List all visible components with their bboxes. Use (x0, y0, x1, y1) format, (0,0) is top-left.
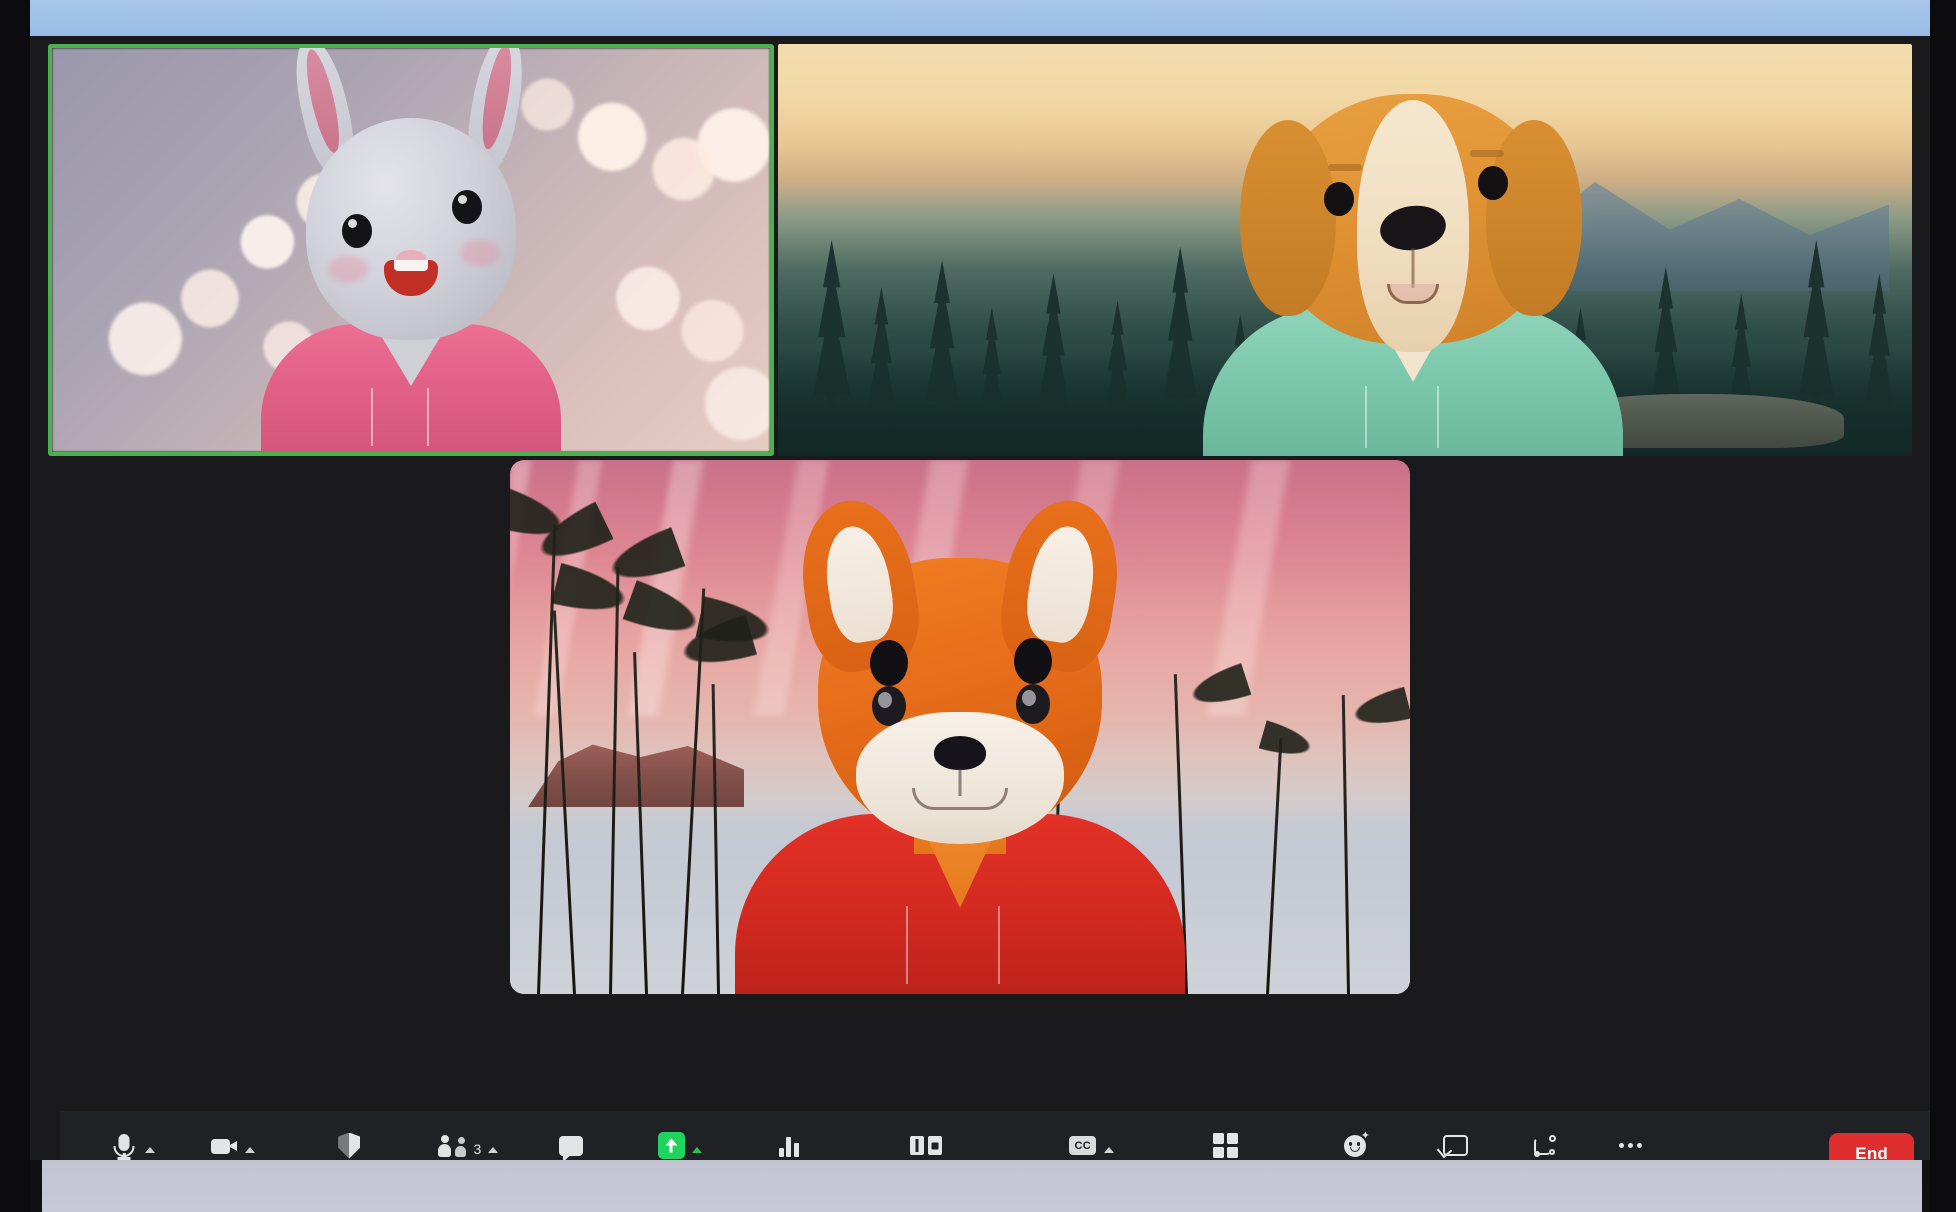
cc-icon-text: CC (1069, 1136, 1096, 1155)
mute-options-caret[interactable] (145, 1147, 155, 1153)
toolbar-button-chat[interactable]: Chat (545, 1119, 597, 1160)
toolbar-button-recording[interactable]: Pause/Stop Recording (849, 1119, 1004, 1160)
toolbar-button-apps[interactable]: Apps (1519, 1119, 1571, 1160)
share-screen-icon (657, 1132, 685, 1160)
bar-chart-icon (775, 1132, 803, 1160)
toolbar-button-more[interactable]: More (1605, 1119, 1657, 1160)
participant-tile-rabbit[interactable] (48, 44, 774, 456)
fox-avatar (730, 474, 1190, 994)
screen-right-edge (1930, 0, 1956, 1212)
people-icon (438, 1132, 466, 1160)
video-feed-fox (510, 460, 1410, 994)
ellipsis-icon (1617, 1132, 1645, 1160)
share-screen-options-caret[interactable] (692, 1147, 702, 1153)
participants-options-caret[interactable] (488, 1147, 498, 1153)
end-meeting-button[interactable]: End (1829, 1133, 1914, 1160)
chat-bubble-icon (557, 1132, 585, 1160)
toolbar-button-stop-video[interactable]: Stop Video (193, 1119, 273, 1160)
microphone-icon (110, 1132, 138, 1160)
rabbit-avatar (251, 52, 571, 452)
participant-tile-fox[interactable] (510, 460, 1410, 994)
video-gallery (30, 36, 1930, 1160)
video-feed-rabbit (52, 48, 770, 452)
screen-share-icon (1441, 1132, 1469, 1160)
desktop-sky-strip (30, 0, 1930, 36)
video-camera-icon (210, 1132, 238, 1160)
toolbar-button-participants[interactable]: 3 Participants (426, 1119, 511, 1160)
apps-icon (1531, 1132, 1559, 1160)
zoom-meeting-window: Mute Stop Video Security (30, 36, 1930, 1160)
video-options-caret[interactable] (245, 1147, 255, 1153)
video-feed-dog (778, 44, 1912, 456)
captions-options-caret[interactable] (1104, 1147, 1114, 1153)
toolbar-button-reactions[interactable]: ✦ Reactions (1318, 1119, 1391, 1160)
participant-tile-dog[interactable] (778, 44, 1912, 456)
closed-caption-icon: CC (1069, 1132, 1097, 1160)
meeting-toolbar: Mute Stop Video Security (60, 1112, 1930, 1160)
toolbar-button-breakout-rooms[interactable]: Breakout Rooms (1167, 1119, 1284, 1160)
desktop-lower-strip (42, 1160, 1922, 1212)
toolbar-button-support[interactable]: Support (1425, 1119, 1485, 1160)
pause-stop-recording-icon (906, 1132, 946, 1160)
toolbar-button-security[interactable]: Security (319, 1119, 380, 1160)
participants-count: 3 (473, 1141, 481, 1157)
toolbar-button-polls[interactable]: Polls (763, 1119, 815, 1160)
screen-left-edge (0, 0, 30, 1212)
grid-icon (1211, 1132, 1239, 1160)
shield-icon (335, 1132, 363, 1160)
dog-avatar (1193, 44, 1633, 456)
toolbar-button-share-screen[interactable]: Share Screen (631, 1119, 729, 1160)
toolbar-button-captions[interactable]: CC Show Captions (1038, 1119, 1145, 1160)
toolbar-button-mute[interactable]: Mute (106, 1119, 159, 1160)
smiley-sparkle-icon: ✦ (1341, 1132, 1369, 1160)
